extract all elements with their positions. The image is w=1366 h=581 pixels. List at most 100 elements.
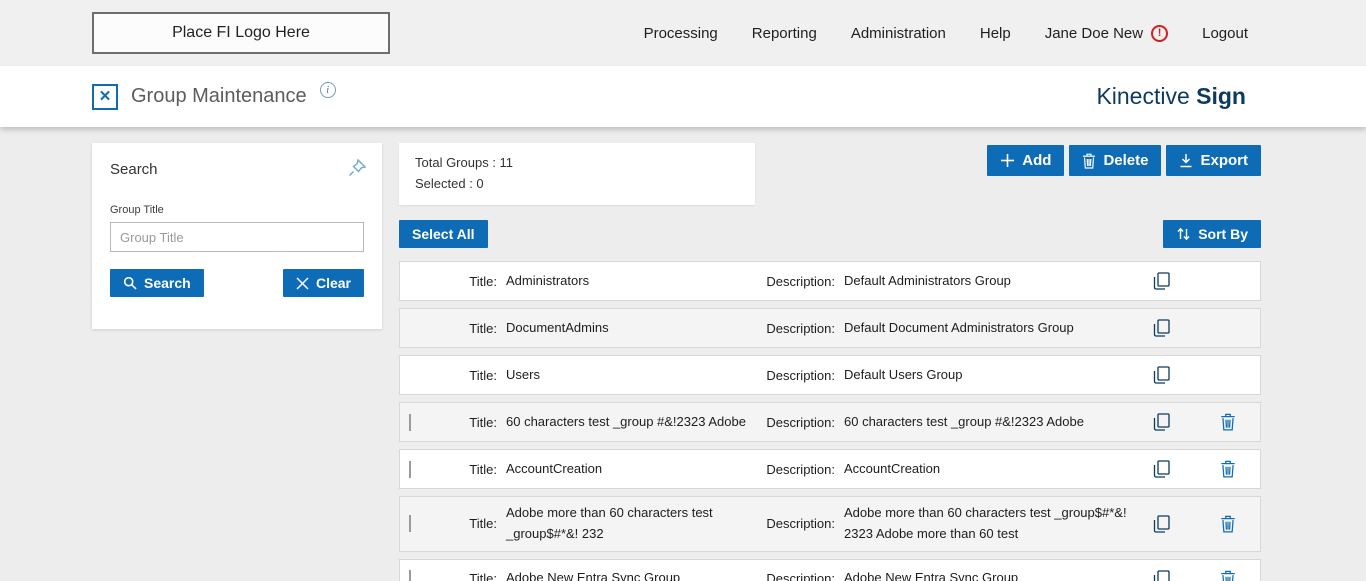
group-maintenance-icon: ✕ — [92, 84, 118, 110]
top-nav: Processing Reporting Administration Help… — [644, 25, 1248, 42]
row-delete-button[interactable] — [1184, 413, 1272, 431]
search-button[interactable]: Search — [110, 269, 204, 297]
copy-icon — [1152, 365, 1172, 385]
table-row: Title: Adobe more than 60 characters tes… — [399, 496, 1261, 552]
row-description-value: AccountCreation — [840, 459, 1140, 480]
pin-icon[interactable] — [346, 157, 368, 179]
copy-button[interactable] — [1140, 459, 1184, 479]
nav-help[interactable]: Help — [980, 25, 1011, 42]
trash-icon — [1220, 460, 1236, 478]
row-checkbox[interactable] — [409, 515, 411, 532]
table-row: Title: AccountCreation Description: Acco… — [399, 449, 1261, 489]
table-row: Title: Users Description: Default Users … — [399, 355, 1261, 395]
group-title-input[interactable] — [110, 222, 364, 252]
brand-bold: Sign — [1196, 83, 1246, 109]
trash-icon — [1220, 413, 1236, 431]
copy-icon — [1152, 514, 1172, 534]
search-panel: Search Group Title Search Clear — [92, 143, 382, 329]
row-description-label: Description: — [748, 368, 840, 383]
trash-icon — [1220, 570, 1236, 581]
nav-logout[interactable]: Logout — [1202, 25, 1248, 42]
row-title-value: Users — [502, 365, 748, 386]
add-button-label: Add — [1022, 152, 1051, 169]
selected-count-label: Selected : 0 — [415, 173, 739, 194]
top-bar: Place FI Logo Here Processing Reporting … — [0, 0, 1366, 66]
delete-button-label: Delete — [1103, 152, 1148, 169]
clear-button[interactable]: Clear — [283, 269, 364, 297]
row-title-value: Administrators — [502, 271, 748, 292]
clear-x-icon — [296, 277, 309, 290]
copy-icon — [1152, 271, 1172, 291]
alert-icon: ! — [1151, 25, 1168, 42]
row-title-value: DocumentAdmins — [502, 318, 748, 339]
total-groups-label: Total Groups : 11 — [415, 152, 739, 173]
row-title-label: Title: — [440, 321, 502, 336]
row-delete-button[interactable] — [1184, 515, 1272, 533]
add-button[interactable]: Add — [987, 145, 1064, 176]
row-description-label: Description: — [748, 274, 840, 289]
brand-logo: Kinective Sign — [1096, 83, 1246, 110]
select-all-label: Select All — [412, 226, 475, 242]
main-content: Search Group Title Search Clear — [0, 127, 1366, 581]
row-title-label: Title: — [440, 368, 502, 383]
row-checkbox[interactable] — [409, 461, 411, 478]
row-title-value: Adobe more than 60 characters test _grou… — [502, 503, 748, 545]
table-row: Title: DocumentAdmins Description: Defau… — [399, 308, 1261, 348]
row-description-label: Description: — [748, 415, 840, 430]
copy-button[interactable] — [1140, 318, 1184, 338]
row-delete-button[interactable] — [1184, 570, 1272, 581]
copy-button[interactable] — [1140, 365, 1184, 385]
copy-button[interactable] — [1140, 412, 1184, 432]
search-icon — [123, 276, 137, 290]
user-menu[interactable]: Jane Doe New ! — [1045, 25, 1168, 42]
row-description-value: 60 characters test _group #&!2323 Adobe — [840, 412, 1140, 433]
plus-icon — [1000, 153, 1015, 168]
row-checkbox[interactable] — [409, 414, 411, 431]
table-row: Title: Administrators Description: Defau… — [399, 261, 1261, 301]
info-icon[interactable]: i — [320, 82, 336, 98]
stats-box: Total Groups : 11 Selected : 0 — [399, 143, 755, 205]
select-all-button[interactable]: Select All — [399, 220, 488, 248]
row-description-label: Description: — [748, 462, 840, 477]
row-title-value: 60 characters test _group #&!2323 Adobe — [502, 412, 748, 433]
group-title-label: Group Title — [110, 204, 364, 216]
row-description-value: Adobe more than 60 characters test _grou… — [840, 503, 1140, 545]
copy-icon — [1152, 569, 1172, 581]
sort-by-button[interactable]: Sort By — [1163, 220, 1261, 248]
row-description-label: Description: — [748, 516, 840, 531]
copy-button[interactable] — [1140, 514, 1184, 534]
trash-icon — [1220, 515, 1236, 533]
delete-button[interactable]: Delete — [1069, 145, 1161, 176]
copy-button[interactable] — [1140, 569, 1184, 581]
row-title-value: Adobe New Entra Sync Group — [502, 568, 748, 581]
copy-icon — [1152, 412, 1172, 432]
user-name: Jane Doe New — [1045, 25, 1143, 42]
clear-button-label: Clear — [316, 275, 351, 291]
group-list: Title: Administrators Description: Defau… — [399, 261, 1261, 581]
row-title-label: Title: — [440, 415, 502, 430]
row-description-value: Adobe New Entra Sync Group — [840, 568, 1140, 581]
nav-administration[interactable]: Administration — [851, 25, 946, 42]
download-icon — [1179, 153, 1193, 168]
copy-icon — [1152, 459, 1172, 479]
row-checkbox[interactable] — [409, 570, 411, 581]
nav-reporting[interactable]: Reporting — [752, 25, 817, 42]
sub-header: ✕ Group Maintenance i Kinective Sign — [0, 66, 1366, 127]
row-title-label: Title: — [440, 462, 502, 477]
table-row: Title: 60 characters test _group #&!2323… — [399, 402, 1261, 442]
row-title-label: Title: — [440, 274, 502, 289]
copy-button[interactable] — [1140, 271, 1184, 291]
row-title-label: Title: — [440, 516, 502, 531]
row-description-value: Default Users Group — [840, 365, 1140, 386]
row-title-value: AccountCreation — [502, 459, 748, 480]
export-button[interactable]: Export — [1166, 145, 1261, 176]
table-row: Title: Adobe New Entra Sync Group Descri… — [399, 559, 1261, 581]
trash-icon-white — [1082, 153, 1096, 169]
row-title-label: Title: — [440, 571, 502, 581]
search-button-label: Search — [144, 275, 191, 291]
row-delete-button[interactable] — [1184, 460, 1272, 478]
brand-name: Kinective — [1096, 83, 1196, 109]
page-title: Group Maintenance — [131, 85, 307, 108]
nav-processing[interactable]: Processing — [644, 25, 718, 42]
copy-icon — [1152, 318, 1172, 338]
